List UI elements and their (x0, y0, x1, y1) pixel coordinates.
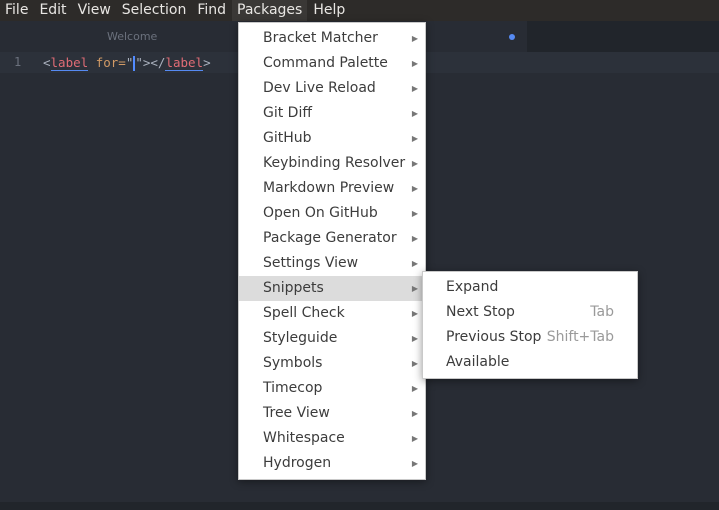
menu-item-label: Previous Stop (446, 329, 542, 345)
menu-item-label: Symbols (263, 355, 323, 371)
menu-item-timecop[interactable]: Timecop ▶ (239, 376, 425, 401)
submenu-arrow-icon: ▶ (411, 259, 418, 268)
menu-item-styleguide[interactable]: Styleguide ▶ (239, 326, 425, 351)
menu-item-command-palette[interactable]: Command Palette ▶ (239, 51, 425, 76)
menu-edit[interactable]: Edit (34, 0, 71, 21)
menu-item-spell-check[interactable]: Spell Check ▶ (239, 301, 425, 326)
menu-item-git-diff[interactable]: Git Diff ▶ (239, 101, 425, 126)
modified-dot-icon (509, 34, 515, 40)
submenu-arrow-icon: ▶ (411, 409, 418, 418)
submenu-arrow-icon: ▶ (411, 359, 418, 368)
menu-item-open-on-github[interactable]: Open On GitHub ▶ (239, 201, 425, 226)
submenu-arrow-icon: ▶ (411, 284, 418, 293)
menu-item-settings-view[interactable]: Settings View ▶ (239, 251, 425, 276)
menu-item-dev-live-reload[interactable]: Dev Live Reload ▶ (239, 76, 425, 101)
menu-item-label: Tree View (263, 405, 330, 421)
menu-selection[interactable]: Selection (117, 0, 192, 21)
packages-menu: Bracket Matcher ▶ Command Palette ▶ Dev Live… (238, 22, 426, 480)
menu-item-github[interactable]: GitHub ▶ (239, 126, 425, 151)
menu-item-label: Spell Check (263, 305, 345, 321)
menu-bar: File Edit View Selection Find Packages Help (0, 0, 719, 21)
line-number: 1 (14, 55, 22, 69)
submenu-arrow-icon: ▶ (411, 334, 418, 343)
menu-item-label: Next Stop (446, 304, 515, 320)
shortcut-label: Tab (590, 304, 614, 320)
menu-item-label: Available (446, 354, 510, 370)
menu-item-label: Command Palette (263, 55, 388, 71)
submenu-arrow-icon: ▶ (411, 209, 418, 218)
submenu-arrow-icon: ▶ (411, 84, 418, 93)
menu-item-label: Hydrogen (263, 455, 332, 471)
menu-item-package-generator[interactable]: Package Generator ▶ (239, 226, 425, 251)
submenu-arrow-icon: ▶ (411, 384, 418, 393)
status-bar (0, 502, 719, 510)
menu-item-label: Keybinding Resolver (263, 155, 406, 171)
menu-item-label: Dev Live Reload (263, 80, 376, 96)
menu-item-label: Settings View (263, 255, 359, 271)
menu-item-expand[interactable]: Expand (423, 275, 637, 300)
submenu-arrow-icon: ▶ (411, 184, 418, 193)
menu-item-label: Styleguide (263, 330, 338, 346)
menu-help[interactable]: Help (308, 0, 350, 21)
menu-item-available[interactable]: Available (423, 350, 637, 375)
submenu-arrow-icon: ▶ (411, 434, 418, 443)
menu-view[interactable]: View (73, 0, 116, 21)
menu-item-tree-view[interactable]: Tree View ▶ (239, 401, 425, 426)
menu-item-label: Open On GitHub (263, 205, 378, 221)
submenu-arrow-icon: ▶ (411, 109, 418, 118)
tab-title: Welcome (107, 30, 158, 43)
menu-item-snippets[interactable]: Snippets ▶ (239, 276, 425, 301)
menu-item-label: Bracket Matcher (263, 30, 378, 46)
menu-item-label: Git Diff (263, 105, 312, 121)
menu-item-label: Snippets (263, 280, 324, 296)
menu-item-label: Markdown Preview (263, 180, 395, 196)
submenu-arrow-icon: ▶ (411, 459, 418, 468)
menu-item-label: Whitespace (263, 430, 345, 446)
snippets-submenu: Expand Next Stop Tab Previous Stop Shift+Tab… (422, 271, 638, 379)
menu-item-next-stop[interactable]: Next Stop Tab (423, 300, 637, 325)
menu-item-bracket-matcher[interactable]: Bracket Matcher ▶ (239, 26, 425, 51)
menu-item-label: GitHub (263, 130, 312, 146)
code-line[interactable]: <label for=" "></label> (43, 55, 211, 71)
shortcut-label: Shift+Tab (546, 329, 614, 345)
menu-item-hydrogen[interactable]: Hydrogen ▶ (239, 451, 425, 476)
menu-packages[interactable]: Packages (232, 0, 308, 21)
menu-item-keybinding-resolver[interactable]: Keybinding Resolver ▶ (239, 151, 425, 176)
submenu-arrow-icon: ▶ (411, 134, 418, 143)
menu-item-label: Expand (446, 279, 499, 295)
menu-item-label: Package Generator (263, 230, 397, 246)
menu-item-previous-stop[interactable]: Previous Stop Shift+Tab (423, 325, 637, 350)
menu-item-markdown-preview[interactable]: Markdown Preview ▶ (239, 176, 425, 201)
submenu-arrow-icon: ▶ (411, 234, 418, 243)
menu-item-label: Timecop (263, 380, 323, 396)
menu-item-whitespace[interactable]: Whitespace ▶ (239, 426, 425, 451)
menu-find[interactable]: Find (192, 0, 231, 21)
submenu-arrow-icon: ▶ (411, 34, 418, 43)
menu-item-symbols[interactable]: Symbols ▶ (239, 351, 425, 376)
submenu-arrow-icon: ▶ (411, 309, 418, 318)
submenu-arrow-icon: ▶ (411, 159, 418, 168)
menu-file[interactable]: File (0, 0, 33, 21)
submenu-arrow-icon: ▶ (411, 59, 418, 68)
